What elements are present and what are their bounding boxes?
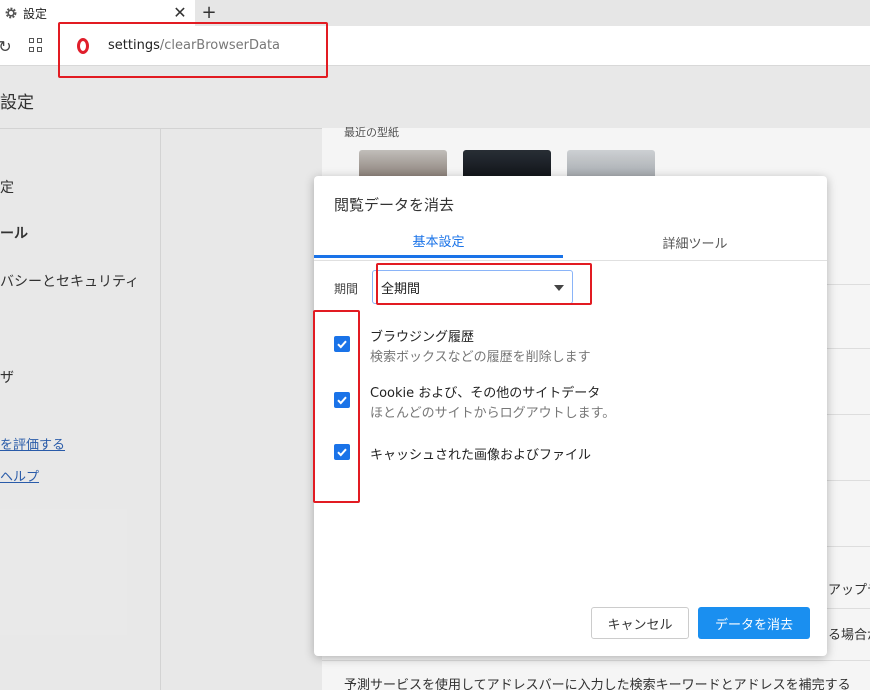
cookies-checkbox[interactable] [334, 392, 350, 408]
chevron-down-icon [554, 285, 564, 291]
tab-advanced[interactable]: 詳細ツール [563, 226, 827, 258]
url-path: /clearBrowserData [159, 38, 281, 53]
period-label: 期間 [334, 282, 359, 296]
period-value: 全期間 [381, 281, 421, 297]
close-icon[interactable]: ✕ [172, 3, 188, 22]
history-checkbox[interactable] [334, 336, 350, 352]
period-select[interactable]: 全期間 [372, 270, 573, 304]
dialog-title: 閲覧データを消去 [334, 196, 455, 214]
checkmark-icon [337, 448, 347, 457]
cache-option-title: キャッシュされた画像およびファイル [370, 448, 592, 463]
speed-dial-icon[interactable] [29, 38, 43, 52]
cancel-button[interactable]: キャンセル [591, 607, 689, 639]
history-option-subtitle: 検索ボックスなどの履歴を削除します [370, 350, 591, 365]
tab-settings[interactable]: 設定 ✕ [0, 0, 195, 26]
checkmark-icon [337, 340, 347, 349]
address-bar-url[interactable]: settings/clearBrowserData [108, 38, 280, 53]
cookies-option-subtitle: ほとんどのサイトからログアウトします。 [370, 406, 616, 421]
clear-browsing-data-dialog: 閲覧データを消去 基本設定 詳細ツール 期間 全期間 ブラウジング履歴 検索ボッ… [314, 176, 827, 656]
history-option-title: ブラウジング履歴 [370, 330, 475, 345]
new-tab-button[interactable]: + [200, 1, 218, 23]
reload-icon[interactable]: ↻ [0, 36, 14, 56]
tab-title: 設定 [23, 6, 48, 21]
gear-icon [3, 5, 19, 21]
tab-bar: 設定 ✕ + [0, 0, 870, 26]
opera-logo-icon [77, 38, 89, 54]
tab-divider [314, 260, 827, 261]
clear-data-button[interactable]: データを消去 [698, 607, 810, 639]
tab-basic[interactable]: 基本設定 [314, 226, 563, 258]
checkmark-icon [337, 396, 347, 405]
cookies-option-title: Cookie および、その他のサイトデータ [370, 386, 601, 401]
cache-checkbox[interactable] [334, 444, 350, 460]
address-toolbar: ↻ settings/clearBrowserData [0, 26, 870, 66]
url-host: settings [108, 38, 160, 53]
